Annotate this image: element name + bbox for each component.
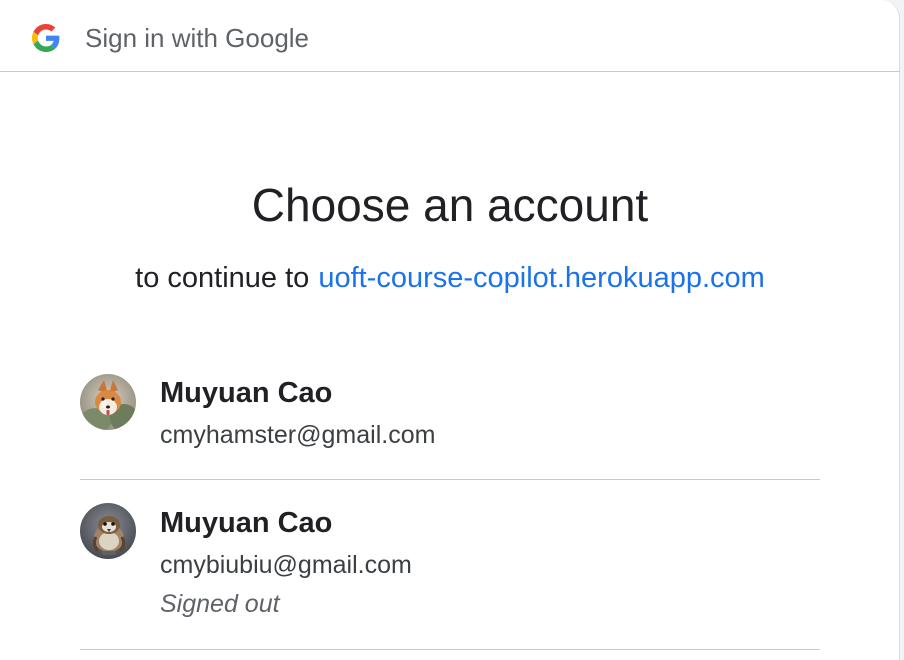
header-title: Sign in with Google bbox=[85, 23, 310, 53]
google-g-icon bbox=[32, 24, 60, 52]
sparrow-photo-avatar bbox=[80, 503, 136, 559]
app-domain-link[interactable]: uoft-course-copilot.herokuapp.com bbox=[318, 262, 765, 294]
page-title: Choose an account bbox=[251, 179, 649, 231]
account-status: Signed out bbox=[160, 590, 280, 618]
page-subtitle: to continue to uoft-course-copilot.heroku… bbox=[0, 260, 900, 296]
account-item-cmybiubiu[interactable]: Muyuan Cao cmybiubiu@gmail.com Signed ou… bbox=[80, 480, 820, 650]
fox-photo-avatar bbox=[80, 374, 136, 430]
account-name: Muyuan Cao bbox=[160, 507, 333, 539]
account-email: cmyhamster@gmail.com bbox=[160, 421, 436, 449]
account-email: cmybiubiu@gmail.com bbox=[160, 551, 412, 579]
dialog-header: Sign in with Google bbox=[0, 0, 900, 72]
sign-in-dialog: Sign in with Google Choose an account to… bbox=[0, 0, 900, 660]
account-name: Muyuan Cao bbox=[160, 377, 333, 409]
subtitle-prefix: to continue to bbox=[135, 262, 310, 294]
account-item-cmyhamster[interactable]: Muyuan Cao cmyhamster@gmail.com bbox=[80, 360, 820, 480]
